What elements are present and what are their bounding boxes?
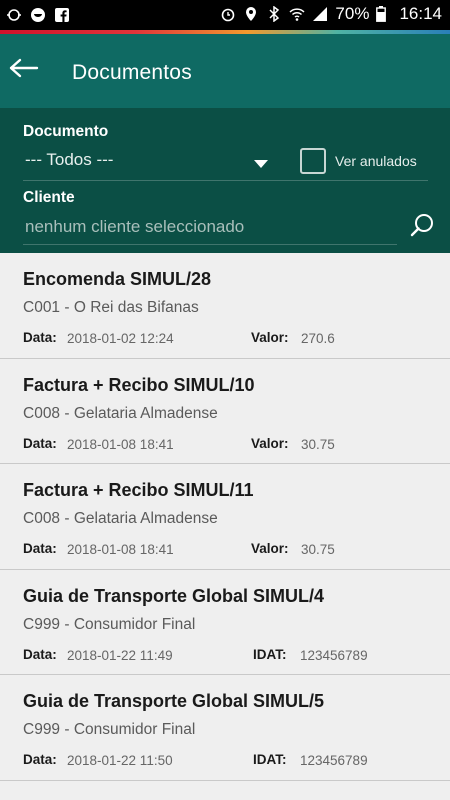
- list-item[interactable]: Guia de Transporte Global SIMUL/5 C999 -…: [0, 675, 450, 781]
- idat-label: IDAT:: [253, 646, 287, 662]
- document-date: 2018-01-22 11:49: [67, 647, 173, 663]
- document-idat: 123456789: [300, 647, 368, 663]
- date-label: Data:: [23, 330, 57, 345]
- document-client: C999 - Consumidor Final: [23, 615, 196, 633]
- document-value: 30.75: [301, 542, 335, 557]
- document-client: C001 - O Rei das Bifanas: [23, 299, 199, 316]
- value-label: Valor:: [251, 541, 289, 556]
- alarm-icon: [220, 6, 236, 22]
- document-filter-label: Documento: [23, 123, 109, 140]
- show-cancelled-label: Ver anulados: [335, 153, 417, 169]
- divider: [23, 180, 428, 181]
- chat-app-icon: [30, 7, 46, 23]
- document-type-select[interactable]: --- Todos ---: [23, 148, 273, 180]
- client-field: [23, 212, 397, 244]
- document-client: C008 - Gelataria Almadense: [23, 510, 218, 527]
- document-idat: 123456789: [300, 753, 368, 768]
- date-label: Data:: [23, 435, 57, 451]
- document-date: 2018-01-08 18:41: [67, 436, 174, 452]
- arrow-left-icon: [9, 58, 39, 83]
- page-title: Documentos: [72, 61, 192, 84]
- date-label: Data:: [23, 752, 57, 767]
- app-bar: Documentos: [0, 34, 450, 108]
- document-date: 2018-01-22 11:50: [67, 753, 173, 768]
- list-item[interactable]: Factura + Recibo SIMUL/10 C008 - Gelatar…: [0, 358, 450, 464]
- document-client: C008 - Gelataria Almadense: [23, 404, 218, 422]
- show-cancelled-toggle[interactable]: Ver anulados: [300, 148, 417, 174]
- document-date: 2018-01-08 18:41: [67, 542, 174, 557]
- facebook-icon: [54, 7, 70, 23]
- divider: [23, 244, 397, 245]
- client-input[interactable]: [23, 212, 397, 242]
- wifi-icon: [289, 6, 305, 22]
- document-value: 270.6: [301, 331, 335, 346]
- dropdown-arrow-icon: [254, 160, 268, 168]
- location-icon: [243, 6, 259, 22]
- idat-label: IDAT:: [253, 752, 287, 767]
- bluetooth-icon: [266, 5, 282, 23]
- back-button[interactable]: [2, 48, 46, 92]
- document-title: Encomenda SIMUL/28: [23, 269, 212, 289]
- list-item[interactable]: Encomenda SIMUL/28 C001 - O Rei das Bifa…: [0, 253, 450, 359]
- show-cancelled-checkbox[interactable]: [300, 148, 326, 174]
- document-type-value: --- Todos ---: [25, 150, 114, 169]
- sync-icon: [6, 7, 22, 23]
- battery-percent: 70%: [335, 4, 370, 23]
- document-title: Factura + Recibo SIMUL/11: [23, 480, 254, 500]
- document-title: Factura + Recibo SIMUL/10: [23, 374, 255, 395]
- list-item[interactable]: Guia de Transporte Global SIMUL/4 C999 -…: [0, 569, 450, 675]
- search-icon: [409, 212, 435, 243]
- date-label: Data:: [23, 646, 57, 662]
- value-label: Valor:: [251, 435, 289, 451]
- list-item[interactable]: Factura + Recibo SIMUL/11 C008 - Gelatar…: [0, 464, 450, 570]
- document-list: Encomenda SIMUL/28 C001 - O Rei das Bifa…: [0, 253, 450, 800]
- clock: 16:14: [399, 4, 442, 23]
- document-value: 30.75: [301, 436, 335, 452]
- document-date: 2018-01-02 12:24: [67, 331, 174, 346]
- document-client: C999 - Consumidor Final: [23, 721, 196, 738]
- client-filter-label: Cliente: [23, 189, 75, 206]
- search-client-button[interactable]: [406, 211, 438, 243]
- filter-panel: Documento --- Todos --- Ver anulados Cli…: [0, 108, 450, 253]
- value-label: Valor:: [251, 330, 289, 345]
- status-bar: 70% 16:14: [0, 0, 450, 32]
- date-label: Data:: [23, 541, 57, 556]
- document-title: Guia de Transporte Global SIMUL/4: [23, 585, 325, 606]
- battery-icon: [376, 6, 392, 22]
- document-title: Guia de Transporte Global SIMUL/5: [23, 691, 325, 711]
- signal-icon: [312, 6, 328, 22]
